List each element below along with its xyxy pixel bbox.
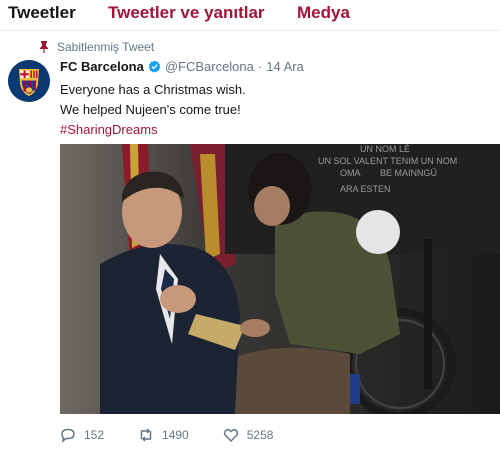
- pinned-label: Sabitlenmiş Tweet: [57, 40, 155, 54]
- tweet-date[interactable]: 14 Ara: [266, 59, 304, 74]
- reply-count: 152: [84, 428, 105, 442]
- svg-text:UN SOL VALENT TENIM UN NOM: UN SOL VALENT TENIM UN NOM: [318, 156, 457, 166]
- pinned-tweet-indicator: Sabitlenmiş Tweet: [37, 40, 154, 54]
- retweet-icon: [140, 428, 152, 442]
- like-count: 5258: [246, 428, 274, 442]
- tweet-text-line-2: We helped Nujeen's come true!: [60, 102, 241, 117]
- tab-media[interactable]: Medya: [297, 3, 350, 23]
- retweet-count: 1490: [162, 428, 189, 442]
- reply-icon: [61, 428, 75, 443]
- user-handle[interactable]: @FCBarcelona: [165, 59, 254, 74]
- pin-icon: [40, 41, 48, 53]
- hashtag-link[interactable]: #SharingDreams: [60, 120, 246, 140]
- tweet-header: FC Barcelona @FCBarcelona · 14 Ara: [60, 59, 304, 74]
- verified-badge-icon: [148, 60, 161, 73]
- fc-barcelona-crest: [8, 60, 50, 102]
- separator-dot: ·: [257, 59, 263, 74]
- like-button[interactable]: 5258: [223, 427, 274, 443]
- tweet-text: Everyone has a Christmas wish. We helped…: [60, 80, 246, 140]
- reply-button[interactable]: 152: [60, 427, 104, 443]
- tab-tweets-and-replies[interactable]: Tweetler ve yanıtlar: [108, 3, 265, 23]
- photo-scene: UN NOM LÉ UN SOL VALENT TENIM UN NOM OMA…: [60, 144, 500, 414]
- svg-text:BE MAINNGÜ: BE MAINNGÜ: [380, 168, 437, 178]
- svg-text:UN NOM LÉ: UN NOM LÉ: [360, 144, 410, 154]
- tab-tweets[interactable]: Tweetler: [8, 3, 76, 23]
- tweet-text-line-1: Everyone has a Christmas wish.: [60, 82, 246, 97]
- display-name[interactable]: FC Barcelona: [60, 59, 144, 74]
- heart-icon: [223, 428, 238, 443]
- retweet-button[interactable]: 1490: [138, 427, 189, 443]
- svg-text:ARA ESTEN: ARA ESTEN: [340, 184, 391, 194]
- tweet-media-image[interactable]: UN NOM LÉ UN SOL VALENT TENIM UN NOM OMA…: [60, 144, 500, 414]
- avatar[interactable]: [8, 60, 50, 102]
- tweet-actions: 152 1490 5258: [60, 427, 307, 443]
- profile-tabs: Tweetler Tweetler ve yanıtlar Medya: [0, 0, 500, 31]
- svg-text:OMA: OMA: [340, 168, 361, 178]
